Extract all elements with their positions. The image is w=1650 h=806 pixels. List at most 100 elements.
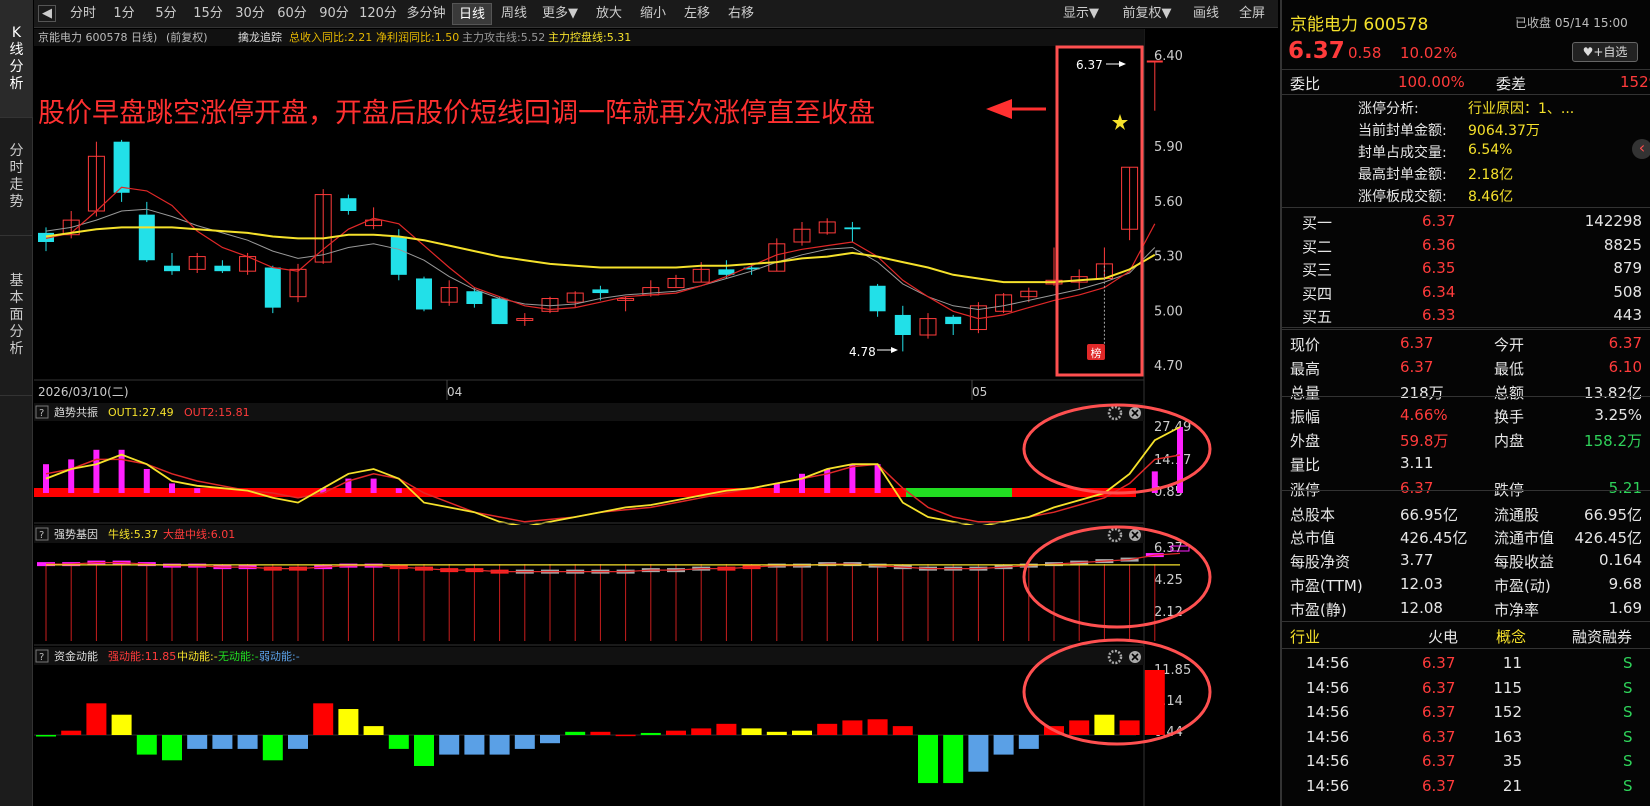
stat-label: 每股净资 [1290,553,1351,571]
tick-side: S [1623,703,1633,721]
stat-value: 218万 [1400,384,1444,402]
weicha-value: 152953 [1620,73,1650,91]
tick-side: S [1623,752,1633,770]
kline-chart[interactable]: 京能电力 600578 日线) (前复权) 擒龙追踪 总收入同比:2.21 净利润同比:… [34,29,1278,806]
period-button-10[interactable]: 周线 [494,3,534,25]
period-button-4[interactable]: 30分 [230,3,270,25]
period-button-2[interactable]: 5分 [146,3,186,25]
collapse-left-icon[interactable]: ◀ [38,5,56,22]
sub3-bar [187,735,208,749]
tick-side: S [1623,678,1633,697]
sub3-bar [993,735,1014,755]
bottom-tab-1[interactable]: 火电 [1428,626,1458,647]
left-tab-1[interactable]: 分时走势 [0,118,33,236]
bottom-tab-0[interactable]: 行业 [1290,626,1320,647]
period-button-7[interactable]: 120分 [356,3,400,25]
sub3-bar [666,730,686,735]
sub3-bar [388,735,409,749]
quote-row: 最高封单金额: 2.18亿 [1282,162,1650,184]
add-favorite-button[interactable]: ♥+自选 [1572,42,1638,62]
quote-row: 振幅 4.66% 换手 3.25% [1282,404,1650,428]
period-button-9[interactable]: 日线 [452,3,492,25]
tick-time: 14:56 [1306,727,1350,746]
sub3-bar [565,731,586,735]
stat-label: 市净率 [1494,601,1540,619]
sub3-bar [1119,720,1140,735]
chart-adjust-label: (前复权) [166,30,208,44]
panel-legend-item: 中动能:- [177,649,218,663]
price-tick: 4.70 [1154,359,1183,374]
tick-side: S [1623,654,1633,672]
bid-volume: 8825 [1603,235,1642,254]
quote-row: 涨停分析: 行业原因：1、... [1282,96,1650,118]
stat-value: 426.45亿 [1400,529,1468,547]
price-tick: 5.30 [1154,250,1183,265]
adjust-button[interactable]: 前复权▼ [1116,3,1178,25]
candle-body [844,227,861,230]
stat-value: 1.69 [1608,599,1642,617]
bottom-tab-3[interactable]: 融资融券 [1572,626,1632,647]
sub3-bar [514,735,535,749]
zoom-out-button[interactable]: 缩小 [633,3,673,25]
period-button-5[interactable]: 60分 [272,3,312,25]
period-button-8[interactable]: 多分钟 [402,3,450,25]
divider [1282,327,1650,328]
right-button[interactable]: 右移 [721,3,761,25]
draw-button[interactable]: 画线 [1186,3,1226,25]
sub3-bar [439,735,460,755]
bid-price: 6.35 [1422,259,1456,277]
bid-label: 买二 [1302,237,1333,256]
sub3-bar [1144,670,1165,735]
sub3-bar [489,735,510,755]
left-tab-char: 分 [9,324,24,340]
annotation-text: 股价早盘跳空涨停开盘，开盘后股价短线回调一阵就再次涨停直至收盘 [38,98,875,129]
period-button-6[interactable]: 90分 [314,3,354,25]
candle-body [491,298,508,325]
sub2-tick: 4.25 [1154,573,1183,588]
zoom-in-button[interactable]: 放大 [589,3,629,25]
weicha-label: 委差 [1496,75,1527,93]
stat-label: 内盘 [1494,432,1525,450]
tick-side: S [1623,776,1633,795]
left-button[interactable]: 左移 [677,3,717,25]
candle-body [592,289,609,294]
panel-name: 强势基因 [54,528,98,541]
tick-time: 14:56 [1306,678,1350,697]
left-tab-char: 线 [9,41,24,58]
left-tab-2[interactable]: 基本面分析 [0,236,33,396]
sub3-bar [262,735,283,761]
left-tab-char: 本 [9,290,24,306]
period-button-0[interactable]: 分时 [64,3,102,25]
tick-time: 14:56 [1306,776,1350,795]
sub3-bar [716,723,737,735]
stat-value: 9.68 [1608,575,1642,593]
quote-row: 委比 100.00% 委差 152953 [1282,71,1650,95]
divider [1282,69,1650,70]
sub1-bar [799,473,805,493]
period-button-11[interactable]: 更多▼ [536,3,584,25]
kline-chart-area: 京能电力 600578 日线) (前复权) 擒龙追踪 总收入同比:2.21 净利润同比:… [34,29,1278,806]
sub3-bar [918,735,938,784]
display-button[interactable]: 显示▼ [1054,3,1108,25]
tick-price: 6.37 [1422,727,1456,746]
help-icon-glyph: ? [39,652,44,663]
market-status: 已收盘 05/14 15:00 [1515,16,1628,30]
tick-volume: 11 [1502,654,1522,672]
weibi-value: 100.00% [1398,73,1465,91]
sub3-bar [1018,735,1039,749]
fullscreen-button[interactable]: 全屏 [1232,3,1272,25]
collapse-panel-icon[interactable]: ‹ [1632,139,1650,159]
help-icon-glyph: ? [39,408,44,419]
stat-value: 3.25% [1594,406,1642,424]
sub3-bar [867,719,888,735]
tick-time: 14:56 [1306,703,1350,721]
date-label-05: 05 [972,385,987,399]
divider [1282,621,1650,622]
bottom-tab-2[interactable]: 概念 [1496,626,1526,647]
period-button-1[interactable]: 1分 [104,3,144,25]
sub3-bar [792,730,812,735]
stat-label: 现价 [1290,336,1321,354]
tick-volume: 115 [1493,678,1522,697]
left-tab-0[interactable]: K线分析 [0,0,33,118]
period-button-3[interactable]: 15分 [188,3,228,25]
